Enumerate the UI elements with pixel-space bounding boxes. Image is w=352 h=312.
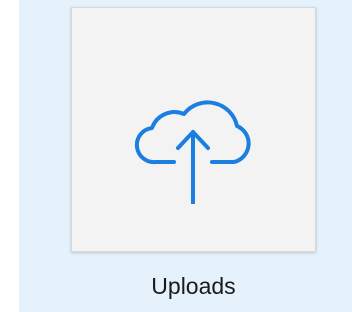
folder-label: Uploads bbox=[151, 273, 236, 299]
cloud-upload-icon bbox=[134, 92, 252, 206]
folder-tile[interactable] bbox=[71, 7, 316, 252]
